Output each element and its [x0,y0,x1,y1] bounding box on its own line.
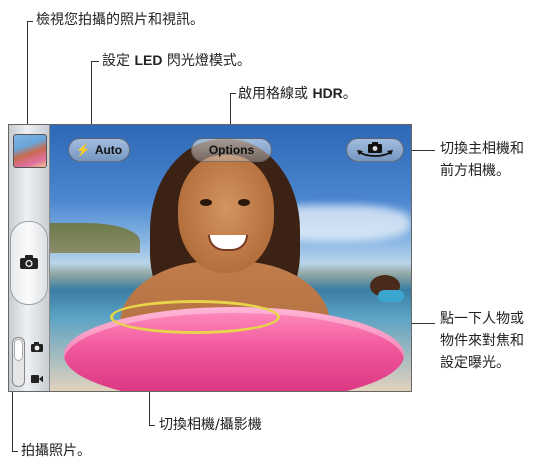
callout-options-prefix: 啟用格線或 [238,86,308,102]
callout-camera-video: 切換相機/攝影機 [159,417,262,433]
camera-video-switch[interactable] [12,337,25,387]
subject-face [178,155,274,273]
subject-eye-right [238,199,250,206]
last-photo-thumbnail[interactable] [13,134,47,168]
camera-sidebar [9,125,50,391]
callout-focus: 點一下人物或 物件來對焦和 設定曝光。 [440,311,524,371]
photo-mode-camera-icon [31,342,43,352]
leader-camera-video-end [149,425,155,426]
shoreline [50,223,140,253]
callout-options-bold: HDR [312,85,343,101]
leader-flash-h [91,61,99,62]
callout-flash-suffix: 閃光燈模式。 [166,53,251,69]
callout-flash-mode: 設定 LED 閃光燈模式。 [102,50,251,71]
camera-icon [20,255,38,269]
camera-screen: ⚡ Auto Options [8,124,412,392]
camera-video-switch-knob[interactable] [14,339,23,361]
leader-take-photo-h [12,451,18,452]
callout-switch-camera: 切換主相機和 前方相機。 [440,141,524,179]
options-label: Options [208,143,255,157]
subject-smile [208,235,248,251]
video-camera-icon [31,375,43,383]
callout-view-photos: 檢視您拍攝的照片和視訊。 [36,12,204,28]
viewfinder[interactable]: ⚡ Auto Options [50,125,411,391]
callout-take-photo: 拍攝照片。 [21,443,91,459]
shutter-button[interactable] [10,221,48,305]
callout-options: 啟用格線或 HDR。 [238,83,357,104]
flash-mode-button[interactable]: ⚡ Auto [68,138,130,162]
flash-mode-label: Auto [94,143,123,157]
lightning-bolt-icon: ⚡ [75,143,91,157]
camera-rotate-icon [357,142,393,157]
options-button[interactable]: Options [191,138,272,162]
callout-flash-bold: LED [134,52,163,68]
callout-options-suffix: 。 [342,86,357,102]
leader-view-photos-v [27,21,28,134]
background-swimmer-suit [378,290,404,302]
switch-camera-button[interactable] [346,138,404,162]
callout-flash-prefix: 設定 [102,53,130,69]
swim-ring-stripe [110,300,280,334]
subject-eye-left [200,199,212,206]
